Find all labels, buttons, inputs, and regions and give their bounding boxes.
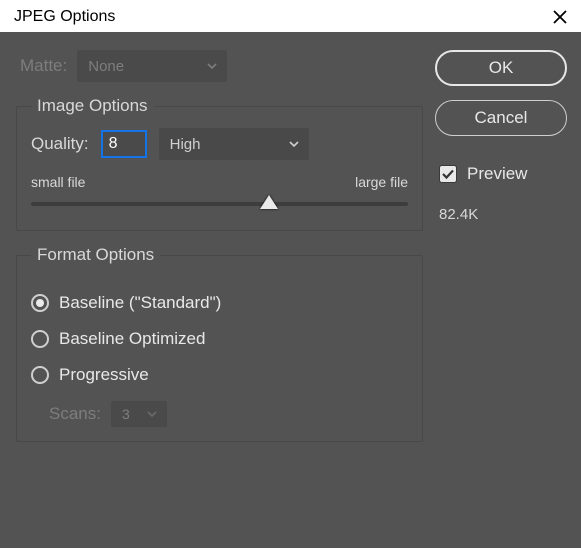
preview-label: Preview [467,164,527,184]
radio-label: Progressive [59,365,149,385]
close-icon[interactable] [551,8,569,26]
slider-thumb[interactable] [260,195,278,209]
scans-row: Scans: 3 [31,401,408,427]
quality-preset-value: High [170,136,201,153]
image-options-legend: Image Options [31,96,154,116]
format-options-group: Format Options Baseline ("Standard") Base… [16,245,423,442]
preview-checkbox-row[interactable]: Preview [435,164,567,184]
format-radio-0[interactable]: Baseline ("Standard") [31,293,408,313]
quality-label: Quality: [31,134,89,154]
slider-max-label: large file [355,174,408,190]
format-radio-1[interactable]: Baseline Optimized [31,329,408,349]
file-size-text: 82.4K [435,206,567,223]
slider-labels: small file large file [31,174,408,190]
quality-row: Quality: High [31,128,408,160]
radio-icon [31,294,49,312]
radio-icon [31,366,49,384]
image-options-group: Image Options Quality: High small file l… [16,96,423,231]
chevron-down-icon [146,408,158,420]
cancel-button[interactable]: Cancel [435,100,567,136]
scans-value: 3 [122,406,130,422]
chevron-down-icon [206,60,218,72]
quality-slider[interactable] [31,192,408,216]
chevron-down-icon [288,138,300,150]
ok-button[interactable]: OK [435,50,567,86]
dialog-title: JPEG Options [14,8,115,26]
format-options-legend: Format Options [31,245,160,265]
slider-min-label: small file [31,174,85,190]
slider-track [31,202,408,206]
quality-preset-select[interactable]: High [159,128,309,160]
quality-input[interactable] [101,130,147,158]
radio-icon [31,330,49,348]
matte-label: Matte: [20,56,67,76]
matte-select: None [77,50,227,82]
preview-checkbox[interactable] [439,165,457,183]
scans-label: Scans: [49,404,101,424]
jpeg-options-dialog: JPEG Options Matte: None Image Options Q… [0,0,581,548]
matte-select-value: None [88,58,124,75]
titlebar: JPEG Options [0,0,581,32]
radio-label: Baseline ("Standard") [59,293,221,313]
left-column: Matte: None Image Options Quality: High [10,46,431,538]
right-column: OK Cancel Preview 82.4K [431,46,571,538]
dialog-body: Matte: None Image Options Quality: High [0,32,581,548]
scans-select: 3 [111,401,167,427]
matte-row: Matte: None [16,50,423,82]
radio-label: Baseline Optimized [59,329,205,349]
format-radio-2[interactable]: Progressive [31,365,408,385]
